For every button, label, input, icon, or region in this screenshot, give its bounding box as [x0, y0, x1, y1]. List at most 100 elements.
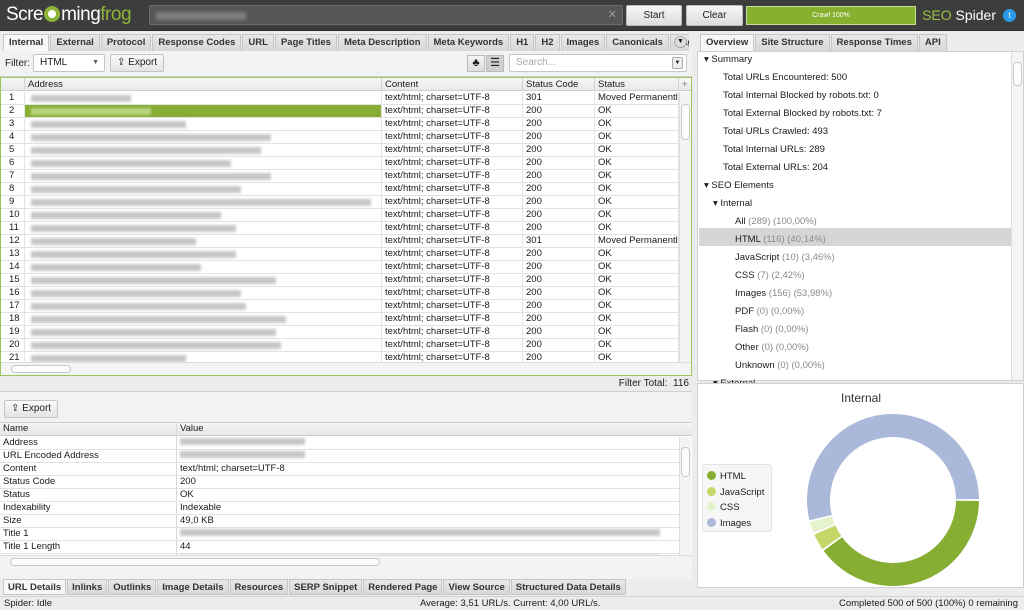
table-row[interactable]: 15 text/html; charset=UTF-8 200 OK [1, 274, 679, 287]
start-button[interactable]: Start [626, 5, 682, 26]
clear-button[interactable]: Clear [686, 5, 743, 26]
table-row[interactable]: 9 text/html; charset=UTF-8 200 OK [1, 196, 679, 209]
expand-triangle-icon[interactable]: ▾ [713, 198, 718, 209]
tree-item-other[interactable]: Other (0) (0,00%) [735, 342, 809, 353]
tab-url[interactable]: URL [242, 34, 274, 51]
tab-resources[interactable]: Resources [229, 579, 289, 595]
table-row[interactable]: 10 text/html; charset=UTF-8 200 OK [1, 209, 679, 222]
table-row[interactable]: 3 text/html; charset=UTF-8 200 OK [1, 118, 679, 131]
table-horizontal-scrollbar[interactable] [1, 362, 691, 375]
search-dropdown-icon[interactable]: ▼ [672, 57, 683, 69]
tree-item-images[interactable]: Images (156) (53,98%) [735, 288, 832, 299]
list-view-icon[interactable]: ☰ [486, 55, 504, 72]
add-column-icon[interactable]: + [679, 78, 691, 91]
table-row[interactable]: 8 text/html; charset=UTF-8 200 OK [1, 183, 679, 196]
tab-page-titles[interactable]: Page Titles [274, 34, 337, 51]
address-cell[interactable] [25, 248, 382, 260]
summary-item[interactable]: Total External Blocked by robots.txt: 7 [723, 108, 882, 119]
address-cell[interactable] [25, 144, 382, 156]
column-header-address[interactable]: Address [25, 78, 382, 91]
address-cell[interactable] [25, 92, 382, 104]
address-cell[interactable] [25, 209, 382, 221]
details-horizontal-scrollbar[interactable] [0, 555, 692, 568]
details-row[interactable]: Status OK [0, 489, 679, 502]
tab-rendered-page[interactable]: Rendered Page [363, 579, 443, 595]
tree-item-html[interactable]: HTML (116) (40,14%) [735, 234, 826, 245]
details-row[interactable]: Content text/html; charset=UTF-8 [0, 463, 679, 476]
url-input[interactable]: ✕ [149, 5, 623, 25]
legend-item-javascript[interactable]: JavaScript [707, 486, 764, 499]
tab-view-source[interactable]: View Source [443, 579, 510, 595]
tree-item-unknown[interactable]: Unknown (0) (0,00%) [735, 360, 825, 371]
details-row[interactable]: URL Encoded Address [0, 450, 679, 463]
address-cell[interactable] [25, 105, 382, 117]
table-row[interactable]: 2 text/html; charset=UTF-8 200 OK [1, 105, 679, 118]
column-header-status[interactable]: Status [595, 78, 679, 91]
address-cell[interactable] [25, 339, 382, 351]
tab-serp-snippet[interactable]: SERP Snippet [289, 579, 363, 595]
summary-item[interactable]: Total Internal URLs: 289 [723, 144, 825, 155]
tab-response-codes[interactable]: Response Codes [152, 34, 242, 51]
tab-url-details[interactable]: URL Details [3, 579, 67, 595]
expand-triangle-icon[interactable]: ▾ [704, 180, 709, 191]
table-row[interactable]: 5 text/html; charset=UTF-8 200 OK [1, 144, 679, 157]
table-row[interactable]: 13 text/html; charset=UTF-8 200 OK [1, 248, 679, 261]
tab-response-times[interactable]: Response Times [830, 34, 918, 51]
table-row[interactable]: 20 text/html; charset=UTF-8 200 OK [1, 339, 679, 352]
tab-inlinks[interactable]: Inlinks [67, 579, 108, 595]
address-cell[interactable] [25, 326, 382, 338]
tab-overview[interactable]: Overview [700, 34, 755, 51]
address-cell[interactable] [25, 222, 382, 234]
scrollbar-thumb[interactable] [1013, 62, 1022, 86]
address-cell[interactable] [25, 261, 382, 273]
tab-h1[interactable]: H1 [510, 34, 535, 51]
table-row[interactable]: 17 text/html; charset=UTF-8 200 OK [1, 300, 679, 313]
twitter-icon[interactable]: t [1003, 9, 1016, 22]
summary-item[interactable]: Total Internal Blocked by robots.txt: 0 [723, 90, 879, 101]
address-cell[interactable] [25, 118, 382, 130]
address-cell[interactable] [25, 131, 382, 143]
column-header-content[interactable]: Content [382, 78, 523, 91]
table-row[interactable]: 11 text/html; charset=UTF-8 200 OK [1, 222, 679, 235]
tree-item-css[interactable]: CSS (7) (2,42%) [735, 270, 805, 281]
tab-h2[interactable]: H2 [535, 34, 560, 51]
address-cell[interactable] [25, 300, 382, 312]
summary-item[interactable]: Total URLs Crawled: 493 [723, 126, 828, 137]
scrollbar-thumb[interactable] [10, 558, 380, 566]
table-vertical-scrollbar[interactable] [679, 92, 691, 362]
tab-external[interactable]: External [50, 34, 100, 51]
table-row[interactable]: 14 text/html; charset=UTF-8 200 OK [1, 261, 679, 274]
address-cell[interactable] [25, 183, 382, 195]
legend-item-html[interactable]: HTML [707, 471, 746, 483]
address-cell[interactable] [25, 235, 382, 247]
address-cell[interactable] [25, 170, 382, 182]
details-row[interactable]: Status Code 200 [0, 476, 679, 489]
table-row[interactable]: 6 text/html; charset=UTF-8 200 OK [1, 157, 679, 170]
clear-url-icon[interactable]: ✕ [608, 8, 617, 21]
legend-item-css[interactable]: CSS [707, 502, 740, 514]
tree-item-pdf[interactable]: PDF (0) (0,00%) [735, 306, 804, 317]
tab-meta-keywords[interactable]: Meta Keywords [427, 34, 510, 51]
tab-canonicals[interactable]: Canonicals [606, 34, 669, 51]
tab-structured-data-details[interactable]: Structured Data Details [510, 579, 626, 595]
tab-internal[interactable]: Internal [3, 34, 50, 51]
tree-node-seo-elements[interactable]: ▾ SEO Elements [704, 180, 774, 191]
donut-slice-images[interactable] [807, 413, 979, 521]
address-cell[interactable] [25, 196, 382, 208]
donut-slice-html[interactable] [823, 500, 979, 586]
tab-site-structure[interactable]: Site Structure [755, 34, 830, 51]
tab-protocol[interactable]: Protocol [100, 34, 152, 51]
expand-triangle-icon[interactable]: ▾ [704, 54, 709, 65]
table-row[interactable]: 16 text/html; charset=UTF-8 200 OK [1, 287, 679, 300]
table-row[interactable]: 18 text/html; charset=UTF-8 200 OK [1, 313, 679, 326]
address-cell[interactable] [25, 274, 382, 286]
legend-item-images[interactable]: Images [707, 517, 751, 530]
column-header-status-code[interactable]: Status Code [523, 78, 595, 91]
table-row[interactable]: 4 text/html; charset=UTF-8 200 OK [1, 131, 679, 144]
address-cell[interactable] [25, 157, 382, 169]
more-tabs-dropdown-icon[interactable]: ▼ [674, 36, 687, 48]
export-button[interactable]: ⇪ Export [110, 54, 165, 72]
table-row[interactable]: 12 text/html; charset=UTF-8 301 Moved Perma… [1, 235, 679, 248]
address-cell[interactable] [25, 287, 382, 299]
tab-image-details[interactable]: Image Details [157, 579, 229, 595]
